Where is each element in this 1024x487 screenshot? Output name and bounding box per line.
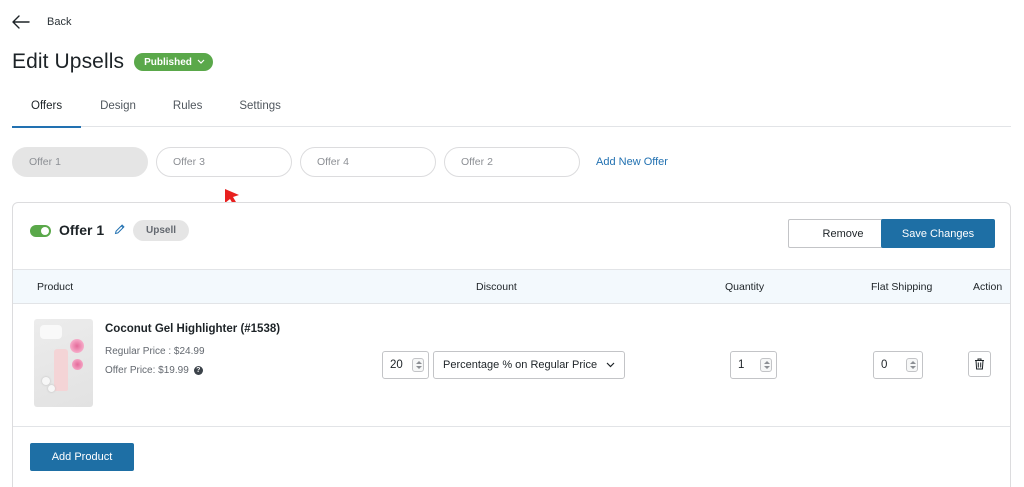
regular-price: Regular Price : $24.99: [105, 346, 205, 357]
column-quantity: Quantity: [725, 281, 765, 293]
offer-price: Offer Price: $19.99 ?: [105, 365, 203, 376]
offer-name: Offer 1: [59, 222, 105, 238]
pencil-icon[interactable]: [114, 224, 125, 235]
arrow-left-icon: [12, 15, 30, 29]
back-link[interactable]: Back: [12, 12, 71, 32]
discount-stepper-icon[interactable]: [412, 358, 424, 372]
back-label: Back: [47, 16, 72, 28]
page-title: Edit Upsells: [12, 50, 125, 73]
offer-pill-3[interactable]: Offer 3: [156, 147, 292, 177]
help-icon[interactable]: ?: [193, 366, 203, 375]
title-row: Edit Upsells Published: [12, 50, 213, 74]
flat-shipping-input[interactable]: 0: [873, 351, 923, 379]
offer-pill-2[interactable]: Offer 2: [444, 147, 580, 177]
discount-value: 20: [390, 359, 403, 371]
status-label: Published: [144, 56, 192, 68]
tab-bar: Offers Design Rules Settings: [12, 96, 1011, 128]
column-action: Action: [973, 281, 1003, 293]
product-thumbnail: [34, 319, 93, 407]
column-flat-shipping: Flat Shipping: [871, 281, 933, 293]
discount-type-select[interactable]: Percentage % on Regular Price: [433, 351, 625, 379]
offer-panel-header: Offer 1 Upsell Remove Save Changes: [13, 203, 1010, 269]
quantity-value: 1: [738, 359, 745, 371]
column-product: Product: [37, 281, 74, 293]
offer-pill-4[interactable]: Offer 4: [300, 147, 436, 177]
offer-enabled-toggle[interactable]: [30, 225, 51, 237]
save-changes-button[interactable]: Save Changes: [881, 219, 995, 248]
quantity-stepper-icon[interactable]: [760, 358, 772, 372]
chevron-down-icon: [197, 59, 205, 64]
flat-shipping-stepper-icon[interactable]: [906, 358, 918, 372]
offer-panel: Offer 1 Upsell Remove Save Changes Produ…: [12, 202, 1011, 487]
tab-offers[interactable]: Offers: [12, 96, 82, 128]
add-new-offer-link[interactable]: Add New Offer: [596, 156, 668, 168]
table-row: Coconut Gel Highlighter (#1538) Regular …: [13, 304, 1010, 427]
chevron-down-icon: [606, 362, 615, 368]
offer-price-label: Offer Price: $19.99: [105, 365, 189, 376]
column-discount: Discount: [476, 281, 517, 293]
tab-rules[interactable]: Rules: [173, 96, 202, 127]
flat-shipping-value: 0: [881, 359, 888, 371]
tab-design[interactable]: Design: [81, 96, 136, 127]
discount-type-value: Percentage % on Regular Price: [443, 359, 598, 371]
table-header: Product Discount Quantity Flat Shipping …: [13, 269, 1010, 304]
tab-settings[interactable]: Settings: [239, 96, 281, 127]
discount-value-input[interactable]: 20: [382, 351, 429, 379]
offer-switcher: Offer 1 Offer 3 Offer 4 Offer 2 Add New …: [12, 147, 668, 177]
add-product-button[interactable]: Add Product: [30, 443, 134, 471]
delete-product-button[interactable]: [968, 351, 991, 377]
status-dropdown[interactable]: Published: [134, 53, 213, 71]
product-name: Coconut Gel Highlighter (#1538): [105, 323, 281, 335]
trash-icon: [975, 358, 984, 370]
offer-type-badge: Upsell: [133, 220, 190, 241]
quantity-input[interactable]: 1: [730, 351, 777, 379]
offer-pill-1[interactable]: Offer 1: [12, 147, 148, 177]
